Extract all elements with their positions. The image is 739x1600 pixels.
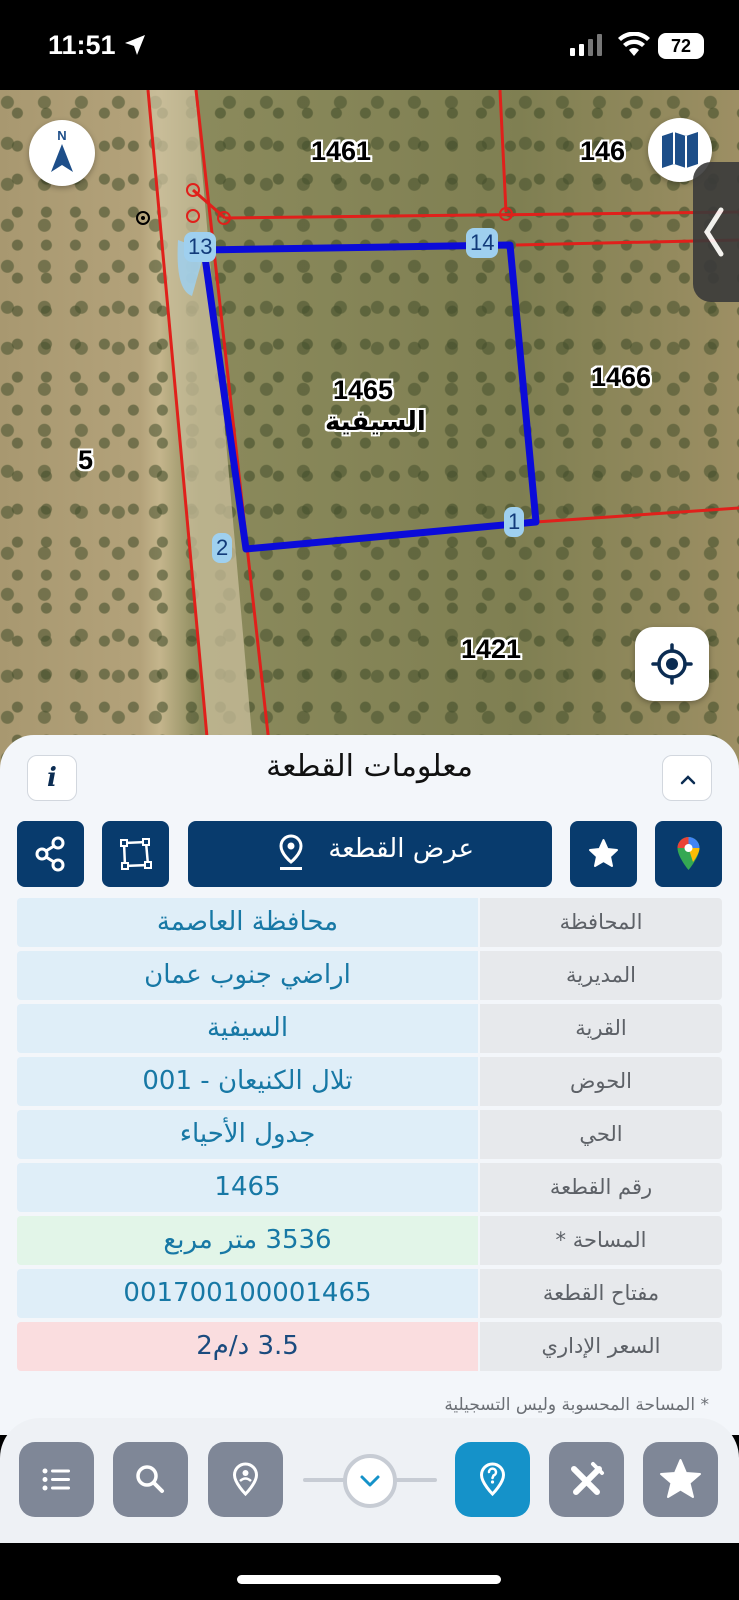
parcel-label: 146 bbox=[580, 136, 626, 166]
google-maps-icon bbox=[677, 837, 700, 870]
table-row: الحي جدول الأحياء bbox=[17, 1110, 722, 1159]
crosshair-icon bbox=[651, 643, 693, 685]
row-label: المديرية bbox=[480, 951, 722, 1000]
side-panel-handle[interactable] bbox=[693, 162, 739, 302]
cellular-signal-icon bbox=[570, 34, 602, 56]
table-row: المديرية اراضي جنوب عمان bbox=[17, 951, 722, 1000]
app-screen: 11:51 72 1461 146 1466 1465 السيفية 5 14… bbox=[0, 0, 739, 1600]
share-button[interactable] bbox=[17, 821, 84, 887]
table-row: رقم القطعة 1465 bbox=[17, 1163, 722, 1212]
row-value: جدول الأحياء bbox=[17, 1110, 478, 1159]
table-row: المساحة * 3536 متر مربع bbox=[17, 1216, 722, 1265]
battery-indicator: 72 bbox=[658, 33, 704, 59]
show-parcel-label: عرض القطعة bbox=[328, 834, 474, 864]
bottom-toolbar bbox=[0, 1418, 739, 1543]
selected-parcel-village: السيفية bbox=[325, 407, 426, 437]
sheet-title: معلومات القطعة bbox=[266, 749, 473, 784]
row-label: المحافظة bbox=[480, 898, 722, 947]
parcel-label: 5 bbox=[78, 445, 94, 475]
location-arrow-icon bbox=[125, 35, 145, 55]
row-value: 001700100001465 bbox=[17, 1269, 478, 1318]
parcel-info-sheet: i معلومات القطعة عرض القطعة المحافظة محا… bbox=[0, 735, 739, 1435]
share-icon bbox=[35, 836, 65, 872]
vertex-label: 14 bbox=[466, 228, 499, 258]
question-pin-icon bbox=[479, 1462, 506, 1497]
favorites-button[interactable] bbox=[643, 1442, 718, 1517]
table-row: مفتاح القطعة 001700100001465 bbox=[17, 1269, 722, 1318]
vertex-label: 2 bbox=[212, 533, 233, 563]
parcel-map[interactable]: 1461 146 1466 1465 السيفية 5 1421 13 14 … bbox=[0, 90, 739, 770]
row-label: رقم القطعة bbox=[480, 1163, 722, 1212]
collapse-button[interactable] bbox=[662, 755, 712, 801]
table-row: السعر الإداري 3.5 د/م2 bbox=[17, 1322, 722, 1371]
parcel-label: 1421 bbox=[461, 634, 522, 664]
polygon-icon bbox=[120, 838, 152, 870]
star-icon bbox=[589, 839, 618, 867]
status-bar: 11:51 72 bbox=[0, 0, 739, 90]
google-maps-button[interactable] bbox=[655, 821, 722, 887]
my-location-button[interactable] bbox=[635, 627, 709, 701]
row-value: اراضي جنوب عمان bbox=[17, 951, 478, 1000]
person-pin-icon bbox=[232, 1462, 259, 1497]
area-footnote: * المساحة المحسوبة وليس التسجيلية bbox=[444, 1395, 709, 1415]
home-indicator bbox=[237, 1575, 501, 1584]
map-pin-icon bbox=[279, 834, 303, 870]
list-button[interactable] bbox=[19, 1442, 94, 1517]
chevron-up-icon bbox=[680, 775, 696, 785]
tools-button[interactable] bbox=[549, 1442, 624, 1517]
row-label: المساحة * bbox=[480, 1216, 722, 1265]
row-label: السعر الإداري bbox=[480, 1322, 722, 1371]
table-row: المحافظة محافظة العاصمة bbox=[17, 898, 722, 947]
status-time: 11:51 bbox=[48, 30, 116, 60]
list-icon bbox=[42, 1468, 70, 1491]
show-parcel-button[interactable]: عرض القطعة bbox=[188, 821, 552, 887]
row-label: الحي bbox=[480, 1110, 722, 1159]
draw-boundary-button[interactable] bbox=[102, 821, 169, 887]
table-row: القرية السيفية bbox=[17, 1004, 722, 1053]
toolbar-slider-knob[interactable] bbox=[343, 1454, 397, 1508]
row-value: 3536 متر مربع bbox=[17, 1216, 478, 1265]
chevron-left-icon bbox=[704, 207, 724, 257]
row-value: 3.5 د/م2 bbox=[17, 1322, 478, 1371]
chevron-down-icon bbox=[360, 1475, 380, 1487]
parcel-label: 1461 bbox=[311, 136, 372, 166]
vertex-label: 1 bbox=[504, 507, 525, 537]
row-value: محافظة العاصمة bbox=[17, 898, 478, 947]
row-value: تلال الكنيعان - 001 bbox=[17, 1057, 478, 1106]
star-icon bbox=[660, 1459, 701, 1498]
row-label: مفتاح القطعة bbox=[480, 1269, 722, 1318]
row-label: الحوض bbox=[480, 1057, 722, 1106]
favorite-button[interactable] bbox=[570, 821, 637, 887]
parcel-label: 1466 bbox=[591, 362, 652, 392]
compass-button[interactable]: N bbox=[29, 120, 95, 186]
compass-arrow-icon bbox=[51, 144, 73, 172]
vertex-label: 13 bbox=[184, 232, 217, 262]
wifi-icon bbox=[618, 32, 650, 56]
location-pin-button[interactable] bbox=[208, 1442, 283, 1517]
row-value: السيفية bbox=[17, 1004, 478, 1053]
row-value: 1465 bbox=[17, 1163, 478, 1212]
selected-parcel-number: 1465 bbox=[333, 375, 394, 405]
parcel-details-table: المحافظة محافظة العاصمة المديرية اراضي ج… bbox=[17, 898, 722, 1375]
search-icon bbox=[136, 1465, 164, 1493]
table-row: الحوض تلال الكنيعان - 001 bbox=[17, 1057, 722, 1106]
row-label: القرية bbox=[480, 1004, 722, 1053]
search-button[interactable] bbox=[113, 1442, 188, 1517]
tools-icon bbox=[571, 1462, 604, 1495]
help-button[interactable] bbox=[455, 1442, 530, 1517]
